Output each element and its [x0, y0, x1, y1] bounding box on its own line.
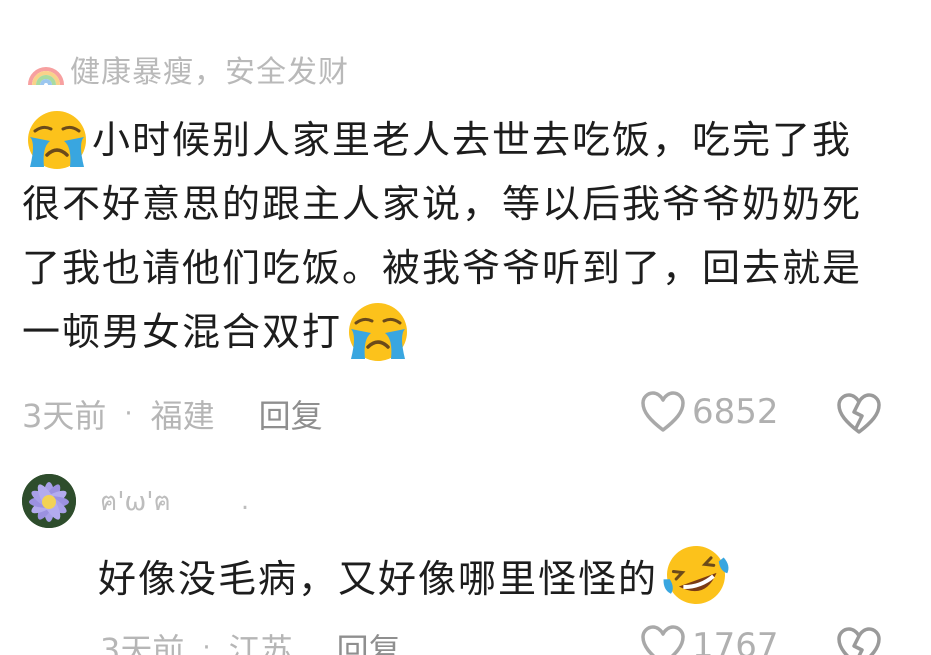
broken-heart-icon[interactable] — [836, 392, 882, 436]
comment-line-2: 很不好意思的跟主人家说，等以后我爷爷奶奶死 — [22, 172, 902, 236]
reply-like-button[interactable]: 1767 — [640, 624, 779, 655]
reply-button[interactable]: 回复 — [259, 391, 323, 437]
avatar[interactable] — [22, 474, 76, 528]
heart-icon — [641, 391, 685, 432]
reply-body: 好像没毛病，又好像哪里怪怪的 — [98, 542, 734, 608]
comment-time: 3天前 — [22, 397, 107, 435]
rolling-on-floor-laughing-icon — [663, 546, 729, 604]
comment-text-line-1: 小时候别人家里老人去世去吃饭，吃完了我 — [92, 118, 853, 162]
comment-thread: 健康暴瘦，安全发财 小时候别人家里老人去世去吃饭，吃完了我 很不好意思的跟主人家… — [0, 0, 931, 655]
comment-body: 小时候别人家里老人去世去吃饭，吃完了我 很不好意思的跟主人家说，等以后我爷爷奶奶… — [22, 108, 902, 364]
loudly-crying-face-icon — [28, 111, 86, 169]
meta-separator: · — [202, 633, 211, 655]
comment-meta: 3天前 · 福建 回复 — [22, 392, 323, 436]
reply-time: 3天前 — [100, 631, 185, 655]
comment-text-line-2: 很不好意思的跟主人家说，等以后我爷爷奶奶死 — [22, 182, 863, 226]
rainbow-icon — [28, 67, 64, 86]
heart-icon — [641, 625, 685, 655]
reply-author-name[interactable]: ฅ'ω'ฅ — [100, 481, 171, 522]
comment-line-1: 小时候别人家里老人去世去吃饭，吃完了我 — [22, 108, 902, 172]
reply-like-count: 1767 — [692, 626, 779, 655]
reply-author[interactable]: ฅ'ω'ฅ . — [22, 474, 249, 528]
reply-button[interactable]: 回复 — [337, 625, 401, 655]
reply-location: 江苏 — [228, 631, 293, 655]
comment-location: 福建 — [150, 397, 215, 435]
loudly-crying-face-icon — [349, 303, 408, 361]
like-count: 6852 — [692, 392, 779, 432]
meta-separator: · — [124, 399, 133, 429]
comment-text-line-4: 一顿男女混合双打 — [22, 310, 343, 354]
comment-text-line-3: 了我也请他们吃饭。被我爷爷听到了，回去就是 — [22, 246, 863, 290]
comment-line-4: 一顿男女混合双打 — [22, 300, 902, 364]
comment-line-3: 了我也请他们吃饭。被我爷爷听到了，回去就是 — [22, 236, 902, 300]
reply-text: 好像没毛病，又好像哪里怪怪的 — [98, 556, 659, 601]
comment-author[interactable]: 健康暴瘦，安全发财 — [26, 48, 349, 90]
broken-heart-icon[interactable] — [836, 626, 882, 655]
reply-meta: 3天前 · 江苏 回复 — [22, 626, 401, 655]
like-button[interactable]: 6852 — [640, 390, 779, 434]
reply-author-suffix: . — [240, 486, 250, 516]
author-name[interactable]: 健康暴瘦，安全发财 — [70, 47, 349, 91]
